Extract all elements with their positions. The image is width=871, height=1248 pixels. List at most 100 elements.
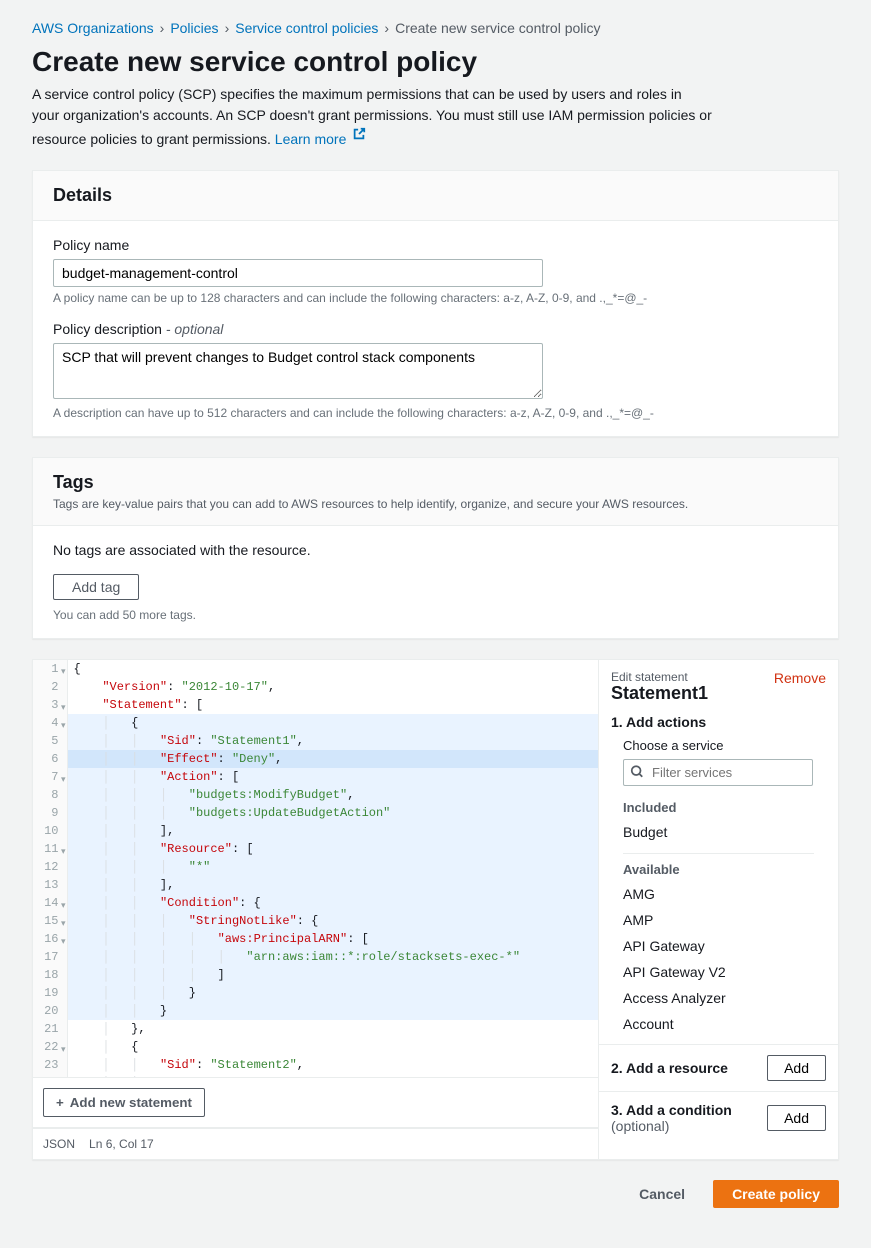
chevron-right-icon: › xyxy=(160,20,165,36)
code-line[interactable]: │ │ │ } xyxy=(67,984,598,1002)
line-gutter: 9 xyxy=(33,804,67,822)
code-line[interactable]: │ │ ], xyxy=(67,822,598,840)
edit-statement-label: Edit statement xyxy=(611,670,708,684)
step-add-condition: 3. Add a condition (optional) Add xyxy=(599,1091,838,1144)
breadcrumb: AWS Organizations › Policies › Service c… xyxy=(32,20,839,36)
add-condition-button[interactable]: Add xyxy=(767,1105,826,1131)
line-gutter: 21 xyxy=(33,1020,67,1038)
line-gutter: 1▾ xyxy=(33,660,67,678)
service-item[interactable]: Budget xyxy=(623,819,826,845)
code-line[interactable]: │ │ │ "budgets:UpdateBudgetAction" xyxy=(67,804,598,822)
code-line[interactable]: │ │ } xyxy=(67,1002,598,1020)
service-item[interactable]: API Gateway xyxy=(623,933,826,959)
code-line[interactable]: │ │ "Effect": "Deny", xyxy=(67,1074,598,1077)
policy-name-input[interactable] xyxy=(53,259,543,287)
add-statement-button[interactable]: + Add new statement xyxy=(43,1088,205,1117)
available-label: Available xyxy=(611,862,826,877)
filter-services-input[interactable] xyxy=(623,759,813,786)
code-line[interactable]: { xyxy=(67,660,598,678)
breadcrumb-link[interactable]: Service control policies xyxy=(235,20,378,36)
code-editor[interactable]: 1▾{2 "Version": "2012-10-17",3▾ "Stateme… xyxy=(33,660,598,1077)
policy-name-hint: A policy name can be up to 128 character… xyxy=(53,291,818,305)
code-line[interactable]: │ │ "Sid": "Statement2", xyxy=(67,1056,598,1074)
policy-editor: 1▾{2 "Version": "2012-10-17",3▾ "Stateme… xyxy=(32,659,839,1160)
line-gutter: 7▾ xyxy=(33,768,67,786)
remove-statement-link[interactable]: Remove xyxy=(774,670,826,686)
service-item[interactable]: Access Analyzer xyxy=(623,985,826,1011)
step-add-resource: 2. Add a resource Add xyxy=(599,1044,838,1091)
line-gutter: 22▾ xyxy=(33,1038,67,1056)
policy-desc-label: Policy description - optional xyxy=(53,321,818,337)
breadcrumb-current: Create new service control policy xyxy=(395,20,600,36)
add-resource-button[interactable]: Add xyxy=(767,1055,826,1081)
code-line[interactable]: │ }, xyxy=(67,1020,598,1038)
line-gutter: 20 xyxy=(33,1002,67,1020)
details-panel: Details Policy name A policy name can be… xyxy=(32,170,839,437)
code-line[interactable]: "Version": "2012-10-17", xyxy=(67,678,598,696)
cancel-button[interactable]: Cancel xyxy=(621,1181,703,1207)
breadcrumb-link[interactable]: Policies xyxy=(170,20,218,36)
add-tag-button[interactable]: Add tag xyxy=(53,574,139,600)
included-label: Included xyxy=(611,800,826,815)
line-gutter: 23 xyxy=(33,1056,67,1074)
service-item[interactable]: Account xyxy=(623,1011,826,1037)
service-item[interactable]: Activate xyxy=(623,1037,826,1044)
search-icon xyxy=(630,764,644,781)
code-line[interactable]: │ │ │ │ ] xyxy=(67,966,598,984)
tags-hint: You can add 50 more tags. xyxy=(53,608,818,622)
code-line[interactable]: │ │ "Resource": [ xyxy=(67,840,598,858)
line-gutter: 12 xyxy=(33,858,67,876)
line-gutter: 3▾ xyxy=(33,696,67,714)
line-gutter: 4▾ xyxy=(33,714,67,732)
page-description: A service control policy (SCP) specifies… xyxy=(32,84,712,150)
code-line[interactable]: │ │ ], xyxy=(67,876,598,894)
policy-name-label: Policy name xyxy=(53,237,818,253)
details-title: Details xyxy=(53,185,818,206)
service-item[interactable]: AMG xyxy=(623,881,826,907)
line-gutter: 11▾ xyxy=(33,840,67,858)
code-line[interactable]: │ { xyxy=(67,1038,598,1056)
line-gutter: 6 xyxy=(33,750,67,768)
create-policy-button[interactable]: Create policy xyxy=(713,1180,839,1208)
code-line[interactable]: │ │ │ "budgets:ModifyBudget", xyxy=(67,786,598,804)
breadcrumb-link[interactable]: AWS Organizations xyxy=(32,20,154,36)
line-gutter: 10 xyxy=(33,822,67,840)
service-item[interactable]: AMP xyxy=(623,907,826,933)
line-gutter: 2 xyxy=(33,678,67,696)
code-line[interactable]: │ │ "Effect": "Deny", xyxy=(67,750,598,768)
line-gutter: 19 xyxy=(33,984,67,1002)
chevron-right-icon: › xyxy=(225,20,230,36)
statement-name: Statement1 xyxy=(611,684,708,702)
statement-side-panel: Edit statement Statement1 Remove 1. Add … xyxy=(598,660,838,1159)
tags-title: Tags xyxy=(53,472,818,493)
status-mode: JSON xyxy=(43,1137,75,1151)
code-line[interactable]: │ │ "Sid": "Statement1", xyxy=(67,732,598,750)
code-line[interactable]: │ { xyxy=(67,714,598,732)
tags-empty: No tags are associated with the resource… xyxy=(53,542,818,558)
line-gutter: 16▾ xyxy=(33,930,67,948)
code-line[interactable]: │ │ │ │ │ "arn:aws:iam::*:role/stacksets… xyxy=(67,948,598,966)
tags-subtitle: Tags are key-value pairs that you can ad… xyxy=(53,497,818,511)
external-link-icon xyxy=(352,126,366,147)
policy-desc-hint: A description can have up to 512 charact… xyxy=(53,406,818,420)
learn-more-link[interactable]: Learn more xyxy=(275,131,366,147)
step-add-actions: 1. Add actions xyxy=(611,714,826,730)
service-item[interactable]: API Gateway V2 xyxy=(623,959,826,985)
plus-icon: + xyxy=(56,1095,64,1110)
line-gutter: 17 xyxy=(33,948,67,966)
code-line[interactable]: │ │ "Condition": { xyxy=(67,894,598,912)
line-gutter: 5 xyxy=(33,732,67,750)
code-line[interactable]: │ │ │ "*" xyxy=(67,858,598,876)
line-gutter: 8 xyxy=(33,786,67,804)
code-line[interactable]: │ │ │ │ "aws:PrincipalARN": [ xyxy=(67,930,598,948)
tags-panel: Tags Tags are key-value pairs that you c… xyxy=(32,457,839,639)
code-line[interactable]: "Statement": [ xyxy=(67,696,598,714)
code-line[interactable]: │ │ "Action": [ xyxy=(67,768,598,786)
choose-service-label: Choose a service xyxy=(623,738,826,753)
policy-desc-input[interactable] xyxy=(53,343,543,399)
code-line[interactable]: │ │ │ "StringNotLike": { xyxy=(67,912,598,930)
line-gutter: 18 xyxy=(33,966,67,984)
line-gutter: 14▾ xyxy=(33,894,67,912)
line-gutter: 15▾ xyxy=(33,912,67,930)
page-title: Create new service control policy xyxy=(32,46,839,78)
